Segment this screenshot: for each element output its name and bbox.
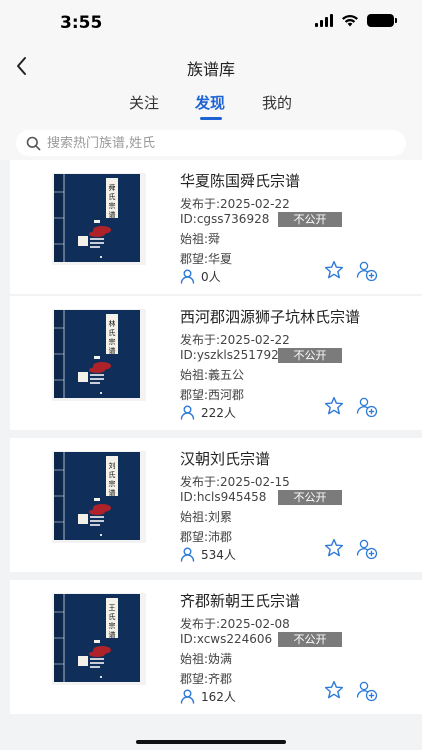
genealogy-card[interactable]: 舜 氏 宗 谱 华夏陈国舜氏宗谱 发布于:2025-02-22 ID:cgss7… xyxy=(10,160,422,294)
svg-text:刘: 刘 xyxy=(109,461,116,470)
genealogy-card[interactable]: 王 氏 宗 谱 齐郡新朝王氏宗谱 发布于:2025-02-08 ID:xcws2… xyxy=(10,580,422,714)
ancestor: 始祖:舜 xyxy=(180,232,221,246)
page-title: 族谱库 xyxy=(186,60,235,79)
home-indicator xyxy=(136,740,286,744)
status-icons xyxy=(315,14,397,27)
ancestor: 始祖:妫满 xyxy=(180,652,233,666)
visibility-badge: 不公开 xyxy=(278,212,342,227)
star-icon[interactable] xyxy=(324,538,344,558)
genealogy-id: ID:cgss736928 xyxy=(180,212,270,226)
ancestral-region: 郡望:齐郡 xyxy=(180,672,233,686)
svg-text:氏: 氏 xyxy=(109,328,116,337)
tab-mine[interactable]: 我的 xyxy=(262,92,292,113)
follower-count: 162人 xyxy=(201,690,236,704)
person-icon xyxy=(180,405,195,420)
genealogy-title: 西河郡泗源狮子坑林氏宗谱 xyxy=(180,308,361,326)
svg-text:宗: 宗 xyxy=(109,621,116,630)
status-bar: 3:55 xyxy=(0,0,422,46)
ancestral-region: 郡望:西河郡 xyxy=(180,388,245,402)
search-input[interactable] xyxy=(47,135,377,151)
genealogy-cover-image: 刘 氏 宗 谱 xyxy=(52,451,146,543)
follower-count-row: 534人 xyxy=(180,546,236,563)
active-tab-indicator xyxy=(200,117,222,120)
visibility-badge: 不公开 xyxy=(278,348,342,363)
svg-text:宗: 宗 xyxy=(109,337,116,346)
follower-count: 534人 xyxy=(201,548,236,562)
svg-text:宗: 宗 xyxy=(109,479,116,488)
follower-count-row: 162人 xyxy=(180,688,236,705)
genealogy-card[interactable]: 林 氏 宗 谱 西河郡泗源狮子坑林氏宗谱 发布于:2025-02-22 ID:y… xyxy=(10,296,422,430)
star-icon[interactable] xyxy=(324,396,344,416)
publish-date: 发布于:2025-02-08 xyxy=(180,617,290,631)
cover-title-char-1: 舜 xyxy=(109,183,116,192)
svg-text:氏: 氏 xyxy=(109,612,116,621)
person-icon xyxy=(180,269,195,284)
visibility-badge: 不公开 xyxy=(278,632,342,647)
ancestral-region: 郡望:华夏 xyxy=(180,252,233,266)
genealogy-cover-image: 王 氏 宗 谱 xyxy=(52,593,146,685)
genealogy-id: ID:yszkls251792 xyxy=(180,348,279,362)
ancestral-region: 郡望:沛郡 xyxy=(180,530,233,544)
genealogy-title: 齐郡新朝王氏宗谱 xyxy=(180,592,301,610)
status-time: 3:55 xyxy=(60,13,103,33)
follower-count: 222人 xyxy=(201,406,236,420)
star-icon[interactable] xyxy=(324,680,344,700)
tab-bar: 关注 发现 我的 xyxy=(0,92,422,122)
genealogy-title: 汉朝刘氏宗谱 xyxy=(180,450,271,468)
cover-title-char-4: 谱 xyxy=(109,210,116,219)
genealogy-cover-image: 林 氏 宗 谱 xyxy=(52,309,146,401)
add-member-icon[interactable] xyxy=(356,680,378,702)
person-icon xyxy=(180,689,195,704)
tab-following[interactable]: 关注 xyxy=(129,92,159,113)
publish-date: 发布于:2025-02-15 xyxy=(180,475,290,489)
battery-icon xyxy=(367,14,397,27)
search-icon xyxy=(26,136,41,150)
wifi-icon xyxy=(342,14,358,27)
star-icon[interactable] xyxy=(324,260,344,280)
cover-title-char-3: 宗 xyxy=(109,201,116,210)
add-member-icon[interactable] xyxy=(356,396,378,418)
svg-text:氏: 氏 xyxy=(109,470,116,479)
cellular-signal-icon xyxy=(315,14,333,27)
tab-discover[interactable]: 发现 xyxy=(195,92,225,113)
header: 族谱库 关注 发现 我的 xyxy=(0,46,422,128)
publish-date: 发布于:2025-02-22 xyxy=(180,333,290,347)
ancestor: 始祖:義五公 xyxy=(180,368,245,382)
search-box[interactable] xyxy=(16,130,406,156)
genealogy-cover-image: 舜 氏 宗 谱 xyxy=(52,173,146,265)
follower-count-row: 0人 xyxy=(180,268,221,285)
svg-text:谱: 谱 xyxy=(109,488,116,497)
add-member-icon[interactable] xyxy=(356,260,378,282)
ancestor: 始祖:刘累 xyxy=(180,510,233,524)
follower-count-row: 222人 xyxy=(180,404,236,421)
svg-text:林: 林 xyxy=(109,319,116,328)
genealogy-id: ID:xcws224606 xyxy=(180,632,273,646)
visibility-badge: 不公开 xyxy=(278,490,342,505)
genealogy-card[interactable]: 刘 氏 宗 谱 汉朝刘氏宗谱 发布于:2025-02-15 ID:hcls945… xyxy=(10,438,422,572)
genealogy-id: ID:hcls945458 xyxy=(180,490,267,504)
search-bar xyxy=(0,128,422,160)
svg-text:谱: 谱 xyxy=(109,630,116,639)
person-icon xyxy=(180,547,195,562)
follower-count: 0人 xyxy=(201,270,221,284)
cover-title-char-2: 氏 xyxy=(109,192,116,201)
publish-date: 发布于:2025-02-22 xyxy=(180,197,290,211)
add-member-icon[interactable] xyxy=(356,538,378,560)
genealogy-title: 华夏陈国舜氏宗谱 xyxy=(180,172,301,190)
svg-text:王: 王 xyxy=(109,604,116,612)
svg-text:谱: 谱 xyxy=(109,346,116,355)
